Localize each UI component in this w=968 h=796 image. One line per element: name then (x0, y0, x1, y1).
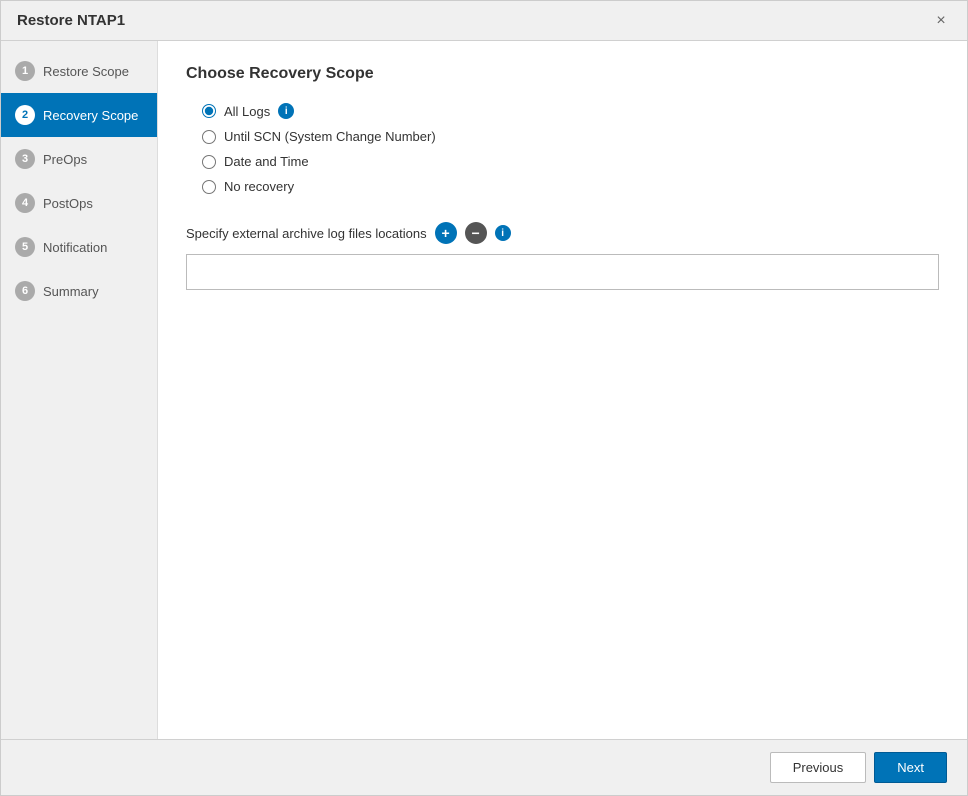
radio-no-recovery-label: No recovery (224, 179, 294, 194)
close-button[interactable]: × (931, 11, 951, 31)
radio-date-time-input[interactable] (202, 155, 216, 169)
sidebar-label-5: Notification (43, 240, 107, 255)
step-num-5: 5 (15, 237, 35, 257)
archive-label-row: Specify external archive log files locat… (186, 222, 939, 244)
sidebar-label-4: PostOps (43, 196, 93, 211)
radio-no-recovery-input[interactable] (202, 180, 216, 194)
dialog-footer: Previous Next (1, 739, 967, 795)
archive-info-icon[interactable]: i (495, 225, 511, 241)
step-num-6: 6 (15, 281, 35, 301)
radio-no-recovery[interactable]: No recovery (202, 179, 939, 194)
main-content: Choose Recovery Scope All Logs i Until S… (158, 41, 967, 739)
sidebar-item-preops[interactable]: 3 PreOps (1, 137, 157, 181)
sidebar-label-2: Recovery Scope (43, 108, 138, 123)
radio-date-time-label: Date and Time (224, 154, 309, 169)
sidebar-label-1: Restore Scope (43, 64, 129, 79)
radio-all-logs[interactable]: All Logs i (202, 103, 939, 119)
dialog-body: 1 Restore Scope 2 Recovery Scope 3 PreOp… (1, 41, 967, 739)
remove-archive-button[interactable]: − (465, 222, 487, 244)
sidebar: 1 Restore Scope 2 Recovery Scope 3 PreOp… (1, 41, 158, 739)
sidebar-item-notification[interactable]: 5 Notification (1, 225, 157, 269)
dialog-titlebar: Restore NTAP1 × (1, 1, 967, 41)
sidebar-item-summary[interactable]: 6 Summary (1, 269, 157, 313)
archive-log-input[interactable] (186, 254, 939, 290)
dialog-title: Restore NTAP1 (17, 12, 125, 29)
archive-label: Specify external archive log files locat… (186, 226, 427, 241)
sidebar-item-restore-scope[interactable]: 1 Restore Scope (1, 49, 157, 93)
archive-section: Specify external archive log files locat… (186, 222, 939, 290)
sidebar-label-3: PreOps (43, 152, 87, 167)
radio-until-scn-label: Until SCN (System Change Number) (224, 129, 436, 144)
sidebar-item-recovery-scope[interactable]: 2 Recovery Scope (1, 93, 157, 137)
recovery-scope-radio-group: All Logs i Until SCN (System Change Numb… (202, 103, 939, 194)
previous-button[interactable]: Previous (770, 752, 867, 783)
add-archive-button[interactable]: + (435, 222, 457, 244)
next-button[interactable]: Next (874, 752, 947, 783)
radio-until-scn[interactable]: Until SCN (System Change Number) (202, 129, 939, 144)
sidebar-label-6: Summary (43, 284, 99, 299)
radio-all-logs-input[interactable] (202, 104, 216, 118)
sidebar-item-postops[interactable]: 4 PostOps (1, 181, 157, 225)
all-logs-info-icon[interactable]: i (278, 103, 294, 119)
radio-until-scn-input[interactable] (202, 130, 216, 144)
restore-dialog: Restore NTAP1 × 1 Restore Scope 2 Recove… (0, 0, 968, 796)
radio-date-time[interactable]: Date and Time (202, 154, 939, 169)
step-num-1: 1 (15, 61, 35, 81)
section-title: Choose Recovery Scope (186, 65, 939, 83)
radio-all-logs-label: All Logs (224, 104, 270, 119)
step-num-3: 3 (15, 149, 35, 169)
step-num-4: 4 (15, 193, 35, 213)
step-num-2: 2 (15, 105, 35, 125)
